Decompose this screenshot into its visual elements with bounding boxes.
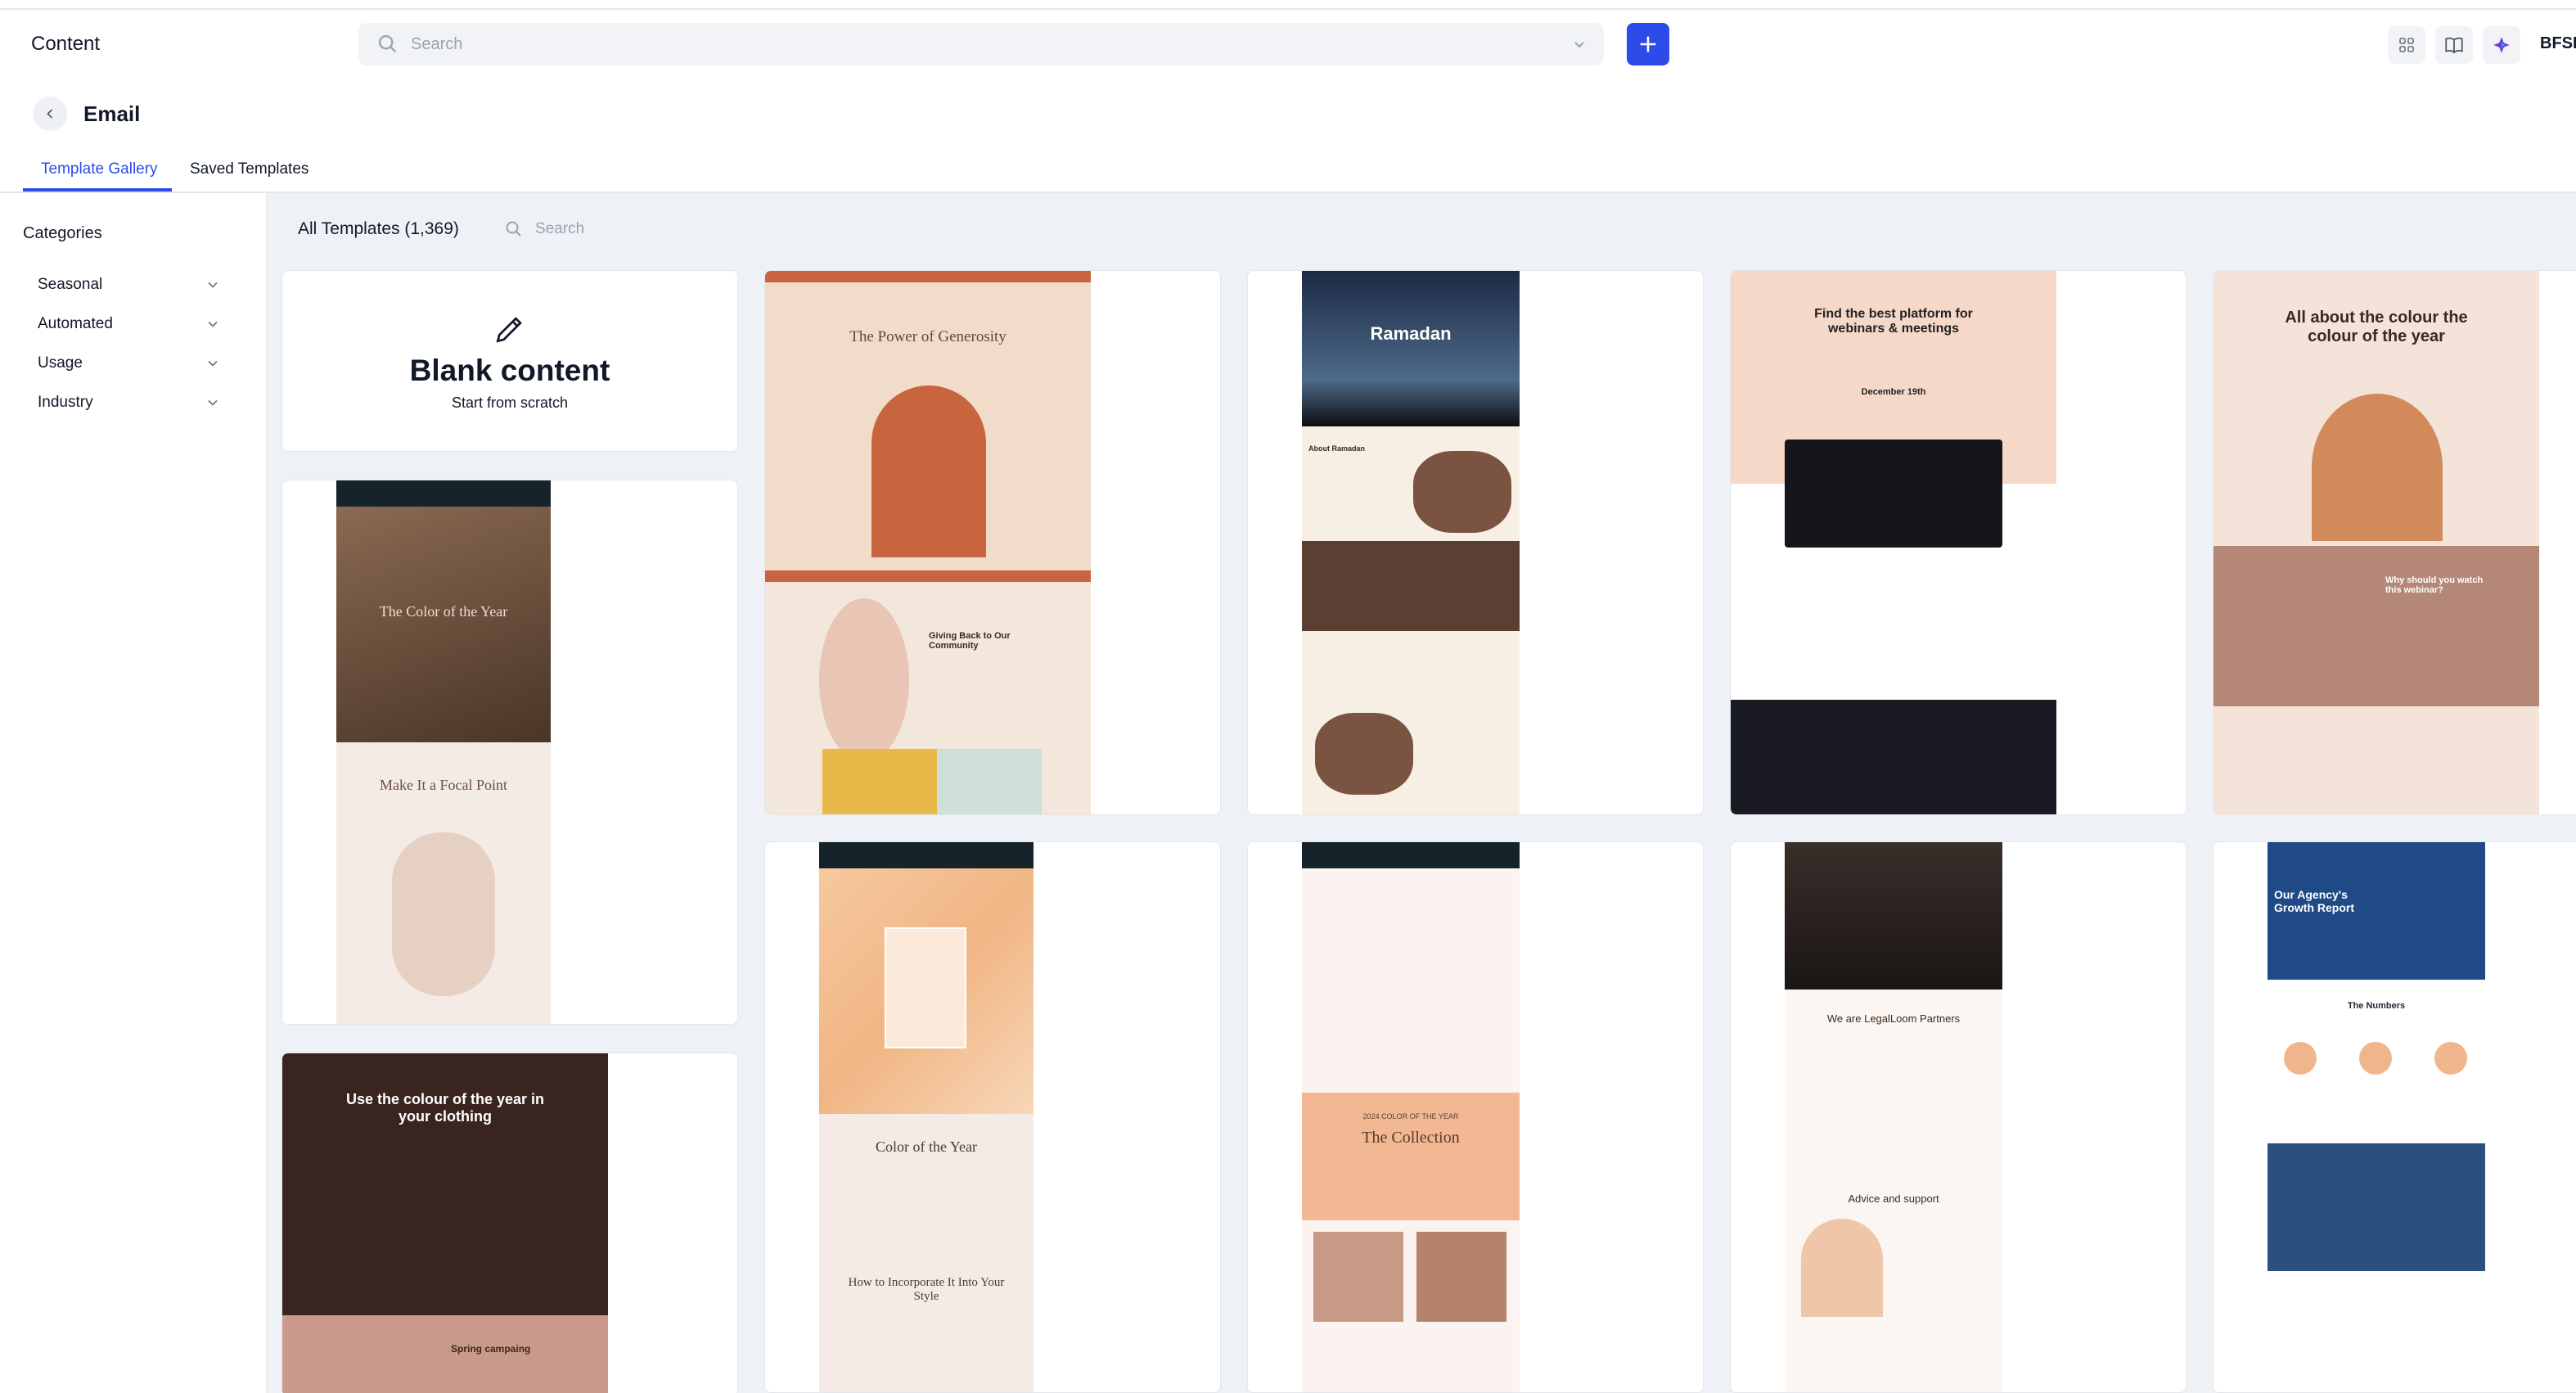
chevron-left-icon — [47, 109, 53, 119]
template-headline: Find the best platform for webinars & me… — [1814, 307, 1973, 336]
template-card-generosity[interactable]: The Power of Generosity Giving Back to O… — [764, 270, 1221, 815]
blank-content-card[interactable]: Blank content Start from scratch — [281, 270, 738, 452]
chevron-down-icon[interactable] — [1569, 34, 1589, 54]
template-headline: The Power of Generosity — [849, 328, 1007, 345]
template-caption: How to Incorporate It Into Your Style — [848, 1276, 1005, 1303]
search-icon — [378, 34, 397, 53]
template-thumbnail: Color of the Year How to Incorporate It … — [819, 842, 1034, 1392]
plus-icon — [1640, 36, 1656, 52]
template-thumbnail: Use the colour of the year in your cloth… — [282, 1053, 608, 1393]
blank-content-title: Blank content — [409, 353, 610, 387]
sparkle-icon — [2493, 37, 2510, 53]
template-thumbnail: The Power of Generosity Giving Back to O… — [765, 271, 1091, 814]
template-card-colour-webinar[interactable]: All about the colour the colour of the y… — [2213, 270, 2576, 815]
chevron-down-icon — [208, 282, 218, 288]
template-card-legalloom[interactable]: We are LegalLoom Partners Advice and sup… — [1730, 841, 2186, 1393]
template-card-peach[interactable]: Color of the Year How to Incorporate It … — [764, 841, 1221, 1393]
docs-button[interactable] — [2435, 26, 2473, 64]
template-card-ramadan[interactable]: Ramadan About Ramadan — [1247, 270, 1704, 815]
tab-template-gallery[interactable]: Template Gallery — [41, 160, 158, 178]
template-headline: Use the colour of the year in your cloth… — [345, 1091, 545, 1125]
pencil-icon — [496, 316, 522, 343]
template-headline: Our Agency's Growth Report — [2274, 888, 2354, 914]
template-thumbnail: The Color of the Year Make It a Focal Po… — [336, 480, 551, 1024]
chevron-down-icon — [208, 399, 218, 406]
app-title: Content — [31, 33, 101, 55]
chevron-down-icon — [208, 360, 218, 367]
template-caption: Make It a Focal Point — [380, 777, 507, 793]
template-caption: December 19th — [1861, 387, 1926, 397]
add-button[interactable] — [1627, 23, 1669, 65]
category-label: Industry — [38, 394, 93, 411]
template-caption: Advice and support — [1848, 1192, 1939, 1205]
template-card-color-year-serif[interactable]: The Color of the Year Make It a Focal Po… — [281, 480, 738, 1025]
org-switcher[interactable]: BFSI — [2540, 34, 2576, 53]
template-search-input[interactable]: Search — [504, 219, 584, 239]
template-headline: We are LegalLoom Partners — [1826, 1012, 1961, 1025]
template-headline: Color of the Year — [876, 1138, 977, 1155]
template-caption: Spring campaing — [451, 1343, 531, 1355]
categories-title: Categories — [23, 224, 102, 242]
category-label: Automated — [38, 315, 113, 332]
templates-count-heading: All Templates (1,369) — [298, 219, 459, 238]
back-button[interactable] — [33, 97, 67, 131]
search-icon — [506, 221, 521, 237]
category-industry[interactable]: Industry — [38, 386, 221, 419]
ai-assistant-button[interactable] — [2483, 26, 2520, 64]
template-caption: 2024 COLOR OF THE YEAR — [1362, 1112, 1459, 1120]
category-label: Usage — [38, 354, 83, 372]
template-headline: Ramadan — [1370, 323, 1452, 344]
tab-saved-templates[interactable]: Saved Templates — [190, 160, 308, 178]
template-caption: Why should you watch this webinar? — [2385, 575, 2484, 595]
template-thumbnail: Find the best platform for webinars & me… — [1731, 271, 2056, 814]
template-card-webinar[interactable]: Find the best platform for webinars & me… — [1730, 270, 2186, 815]
template-caption: About Ramadan — [1308, 444, 1366, 453]
global-search-input[interactable]: Search — [358, 23, 1604, 65]
template-thumbnail: All about the colour the colour of the y… — [2213, 271, 2539, 814]
template-caption: Giving Back to Our Community — [929, 631, 1011, 651]
template-card-clothing[interactable]: Use the colour of the year in your cloth… — [281, 1053, 738, 1393]
category-usage[interactable]: Usage — [38, 347, 221, 380]
apps-grid-button[interactable] — [2388, 26, 2425, 64]
window-top-border — [0, 0, 2576, 10]
category-label: Seasonal — [38, 276, 103, 293]
template-search-placeholder: Search — [535, 220, 585, 237]
templates-area: All Templates (1,369) Search Blank conte… — [267, 193, 2576, 1393]
book-icon — [2445, 37, 2463, 54]
chevron-down-icon — [208, 321, 218, 327]
template-card-growth-report[interactable]: Our Agency's Growth Report The Numbers — [2213, 841, 2576, 1393]
grid-icon — [2399, 38, 2414, 52]
category-automated[interactable]: Automated — [38, 308, 221, 340]
template-card-collection[interactable]: 2024 COLOR OF THE YEAR The Collection — [1247, 841, 1704, 1393]
template-headline: All about the colour the colour of the y… — [2285, 309, 2468, 345]
blank-content-subtitle: Start from scratch — [451, 394, 569, 411]
category-seasonal[interactable]: Seasonal — [38, 268, 221, 301]
categories-sidebar: Categories Seasonal Automated Usage Indu… — [0, 193, 267, 1393]
template-headline: The Collection — [1362, 1129, 1460, 1147]
template-headline: The Color of the Year — [379, 603, 508, 620]
template-thumbnail: Ramadan About Ramadan — [1302, 271, 1520, 814]
template-caption: The Numbers — [2347, 1001, 2406, 1011]
page-title: Email — [83, 101, 141, 126]
search-placeholder: Search — [411, 34, 463, 53]
template-thumbnail: We are LegalLoom Partners Advice and sup… — [1785, 842, 2002, 1392]
template-thumbnail: Our Agency's Growth Report The Numbers — [2268, 842, 2485, 1392]
template-thumbnail: 2024 COLOR OF THE YEAR The Collection — [1302, 842, 1520, 1392]
